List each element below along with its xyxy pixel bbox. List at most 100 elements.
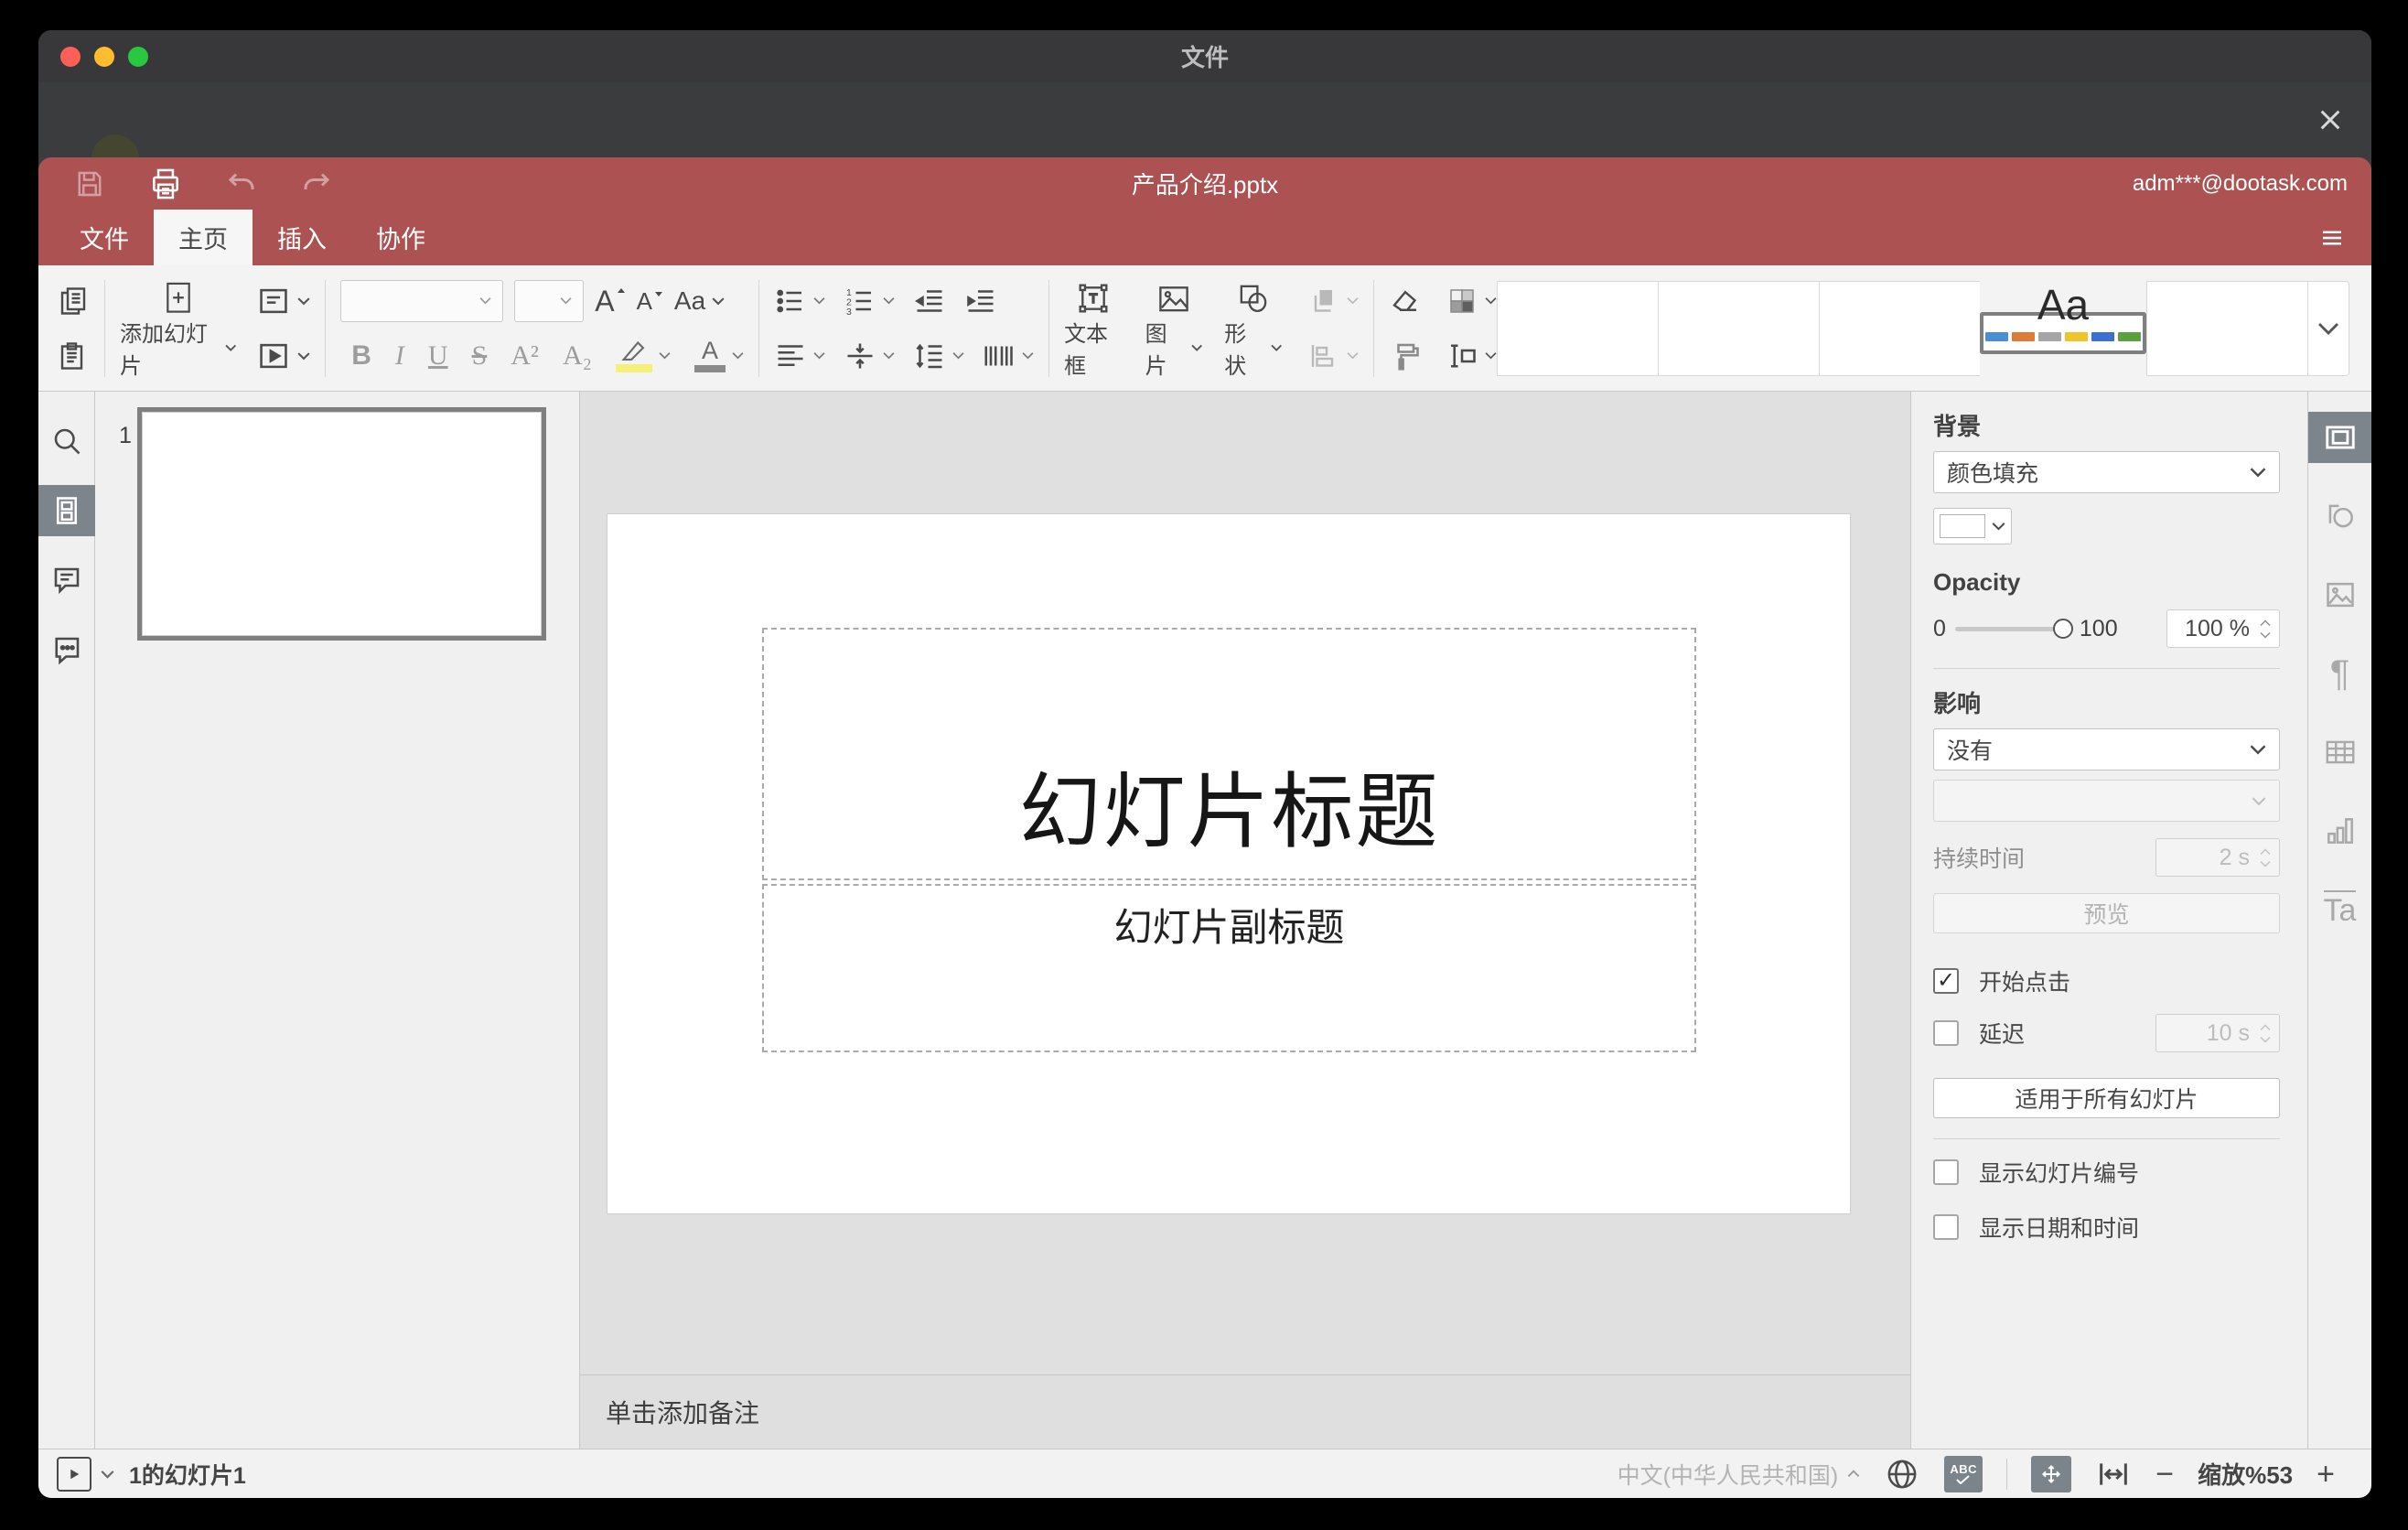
slide-title-text: 幻灯片标题 [1018, 767, 1440, 858]
line-spacing-icon[interactable] [913, 339, 964, 372]
fill-type-select[interactable]: 颜色填充 [1933, 451, 2280, 493]
textart-settings-icon[interactable]: Ta [2308, 884, 2372, 935]
textbox-label: 文本框 [1064, 321, 1109, 379]
delay-spinner[interactable]: 10 s [2155, 1014, 2280, 1052]
insert-textbox-button[interactable]: 文本框 [1064, 277, 1123, 380]
table-settings-icon[interactable] [2308, 727, 2372, 778]
comments-icon[interactable] [38, 555, 95, 606]
change-case-icon[interactable]: Aa [674, 287, 725, 314]
columns-icon[interactable] [983, 339, 1034, 372]
vertical-align-icon[interactable] [844, 339, 895, 372]
bullets-icon[interactable] [774, 285, 825, 318]
delay-checkbox[interactable] [1933, 1020, 1959, 1046]
language-selector[interactable]: 中文(中华人民共和国) [1618, 1458, 1861, 1491]
add-slide-button[interactable]: 添加幻灯片 [120, 277, 236, 380]
account-email[interactable]: adm***@dootask.com [2133, 171, 2348, 197]
image-settings-icon[interactable] [2308, 569, 2372, 620]
superscript-button[interactable]: A² [511, 340, 539, 372]
increase-indent-icon[interactable] [964, 285, 997, 318]
tab-collaboration[interactable]: 协作 [351, 210, 450, 265]
chat-icon[interactable] [38, 624, 95, 675]
paste-icon[interactable] [57, 339, 90, 372]
opacity-spinner[interactable]: 100 % [2166, 609, 2280, 648]
numbering-icon[interactable]: 1 2 3 [844, 285, 895, 318]
close-icon[interactable] [2313, 102, 2348, 137]
subscript-button[interactable]: A₂ [563, 340, 592, 372]
opacity-slider[interactable] [1954, 618, 2073, 639]
zoom-out-button[interactable]: − [2155, 1459, 2174, 1490]
show-slide-number-checkbox[interactable] [1933, 1159, 1959, 1185]
font-color-icon[interactable]: A [694, 339, 744, 372]
opacity-value: 100 % [2185, 615, 2250, 641]
increase-font-icon[interactable]: A [595, 286, 625, 316]
chart-settings-icon[interactable] [2308, 805, 2372, 857]
hamburger-menu-icon[interactable] [2317, 210, 2348, 265]
set-language-globe-icon[interactable] [1884, 1456, 1920, 1492]
theme-tile[interactable] [1497, 280, 1659, 376]
subtitle-placeholder[interactable]: 幻灯片副标题 [762, 884, 1696, 1052]
title-placeholder[interactable]: 幻灯片标题 [762, 628, 1696, 880]
slide-settings-icon[interactable] [2307, 412, 2371, 463]
change-layout-icon[interactable] [256, 284, 310, 318]
show-slide-number-row: 显示幻灯片编号 [1933, 1156, 2280, 1189]
start-on-click-checkbox[interactable]: ✓ [1933, 968, 1959, 994]
slides-panel-icon[interactable] [38, 485, 95, 536]
decrease-font-icon[interactable]: A [637, 289, 663, 313]
search-icon[interactable] [38, 415, 95, 467]
zoom-in-button[interactable]: + [2317, 1459, 2335, 1490]
theme-tile-selected[interactable]: Aa [1980, 282, 2147, 354]
strikeout-button[interactable]: S [472, 340, 488, 372]
decrease-indent-icon[interactable] [913, 285, 946, 318]
align-shape-icon[interactable] [1307, 339, 1359, 372]
font-size-combo[interactable] [514, 279, 585, 322]
duration-spinner[interactable]: 2 s [2155, 838, 2280, 877]
tab-file[interactable]: 文件 [55, 210, 154, 265]
highlight-color-icon[interactable] [616, 339, 671, 372]
spellcheck-icon[interactable]: ABC [1944, 1455, 1983, 1492]
shape-settings-icon[interactable] [2308, 490, 2372, 542]
minimize-traffic-button[interactable] [94, 46, 114, 67]
horizontal-align-icon[interactable] [774, 339, 825, 372]
notes-area[interactable]: 单击添加备注 [580, 1374, 1910, 1449]
theme-tile[interactable] [2146, 280, 2308, 376]
tab-insert[interactable]: 插入 [253, 210, 351, 265]
copy-style-icon[interactable] [1389, 339, 1422, 372]
tab-home[interactable]: 主页 [154, 210, 253, 265]
bold-button[interactable]: B [351, 340, 371, 372]
preview-button[interactable]: 预览 [1933, 893, 2280, 933]
insert-shape-button[interactable]: 形状 [1224, 277, 1282, 380]
start-slideshow-icon[interactable] [256, 339, 310, 373]
theme-tile[interactable] [1658, 280, 1820, 376]
slideshow-mode-chevron-icon[interactable] [101, 1470, 114, 1479]
theme-colors-icon[interactable] [1446, 285, 1497, 318]
slide-canvas[interactable]: 幻灯片标题 幻灯片副标题 [580, 392, 1910, 1374]
insert-image-button[interactable]: 图片 [1145, 277, 1203, 380]
effect-variant-select[interactable] [1933, 780, 2280, 822]
theme-gallery-expand-icon[interactable] [2307, 280, 2350, 376]
slide-settings-panel: 背景 颜色填充 Opacity 0 100 100 % 影响 没有 持续时间 2… [1910, 392, 2307, 1449]
italic-button[interactable]: I [395, 340, 404, 372]
apply-to-all-slides-button[interactable]: 适用于所有幻灯片 [1933, 1078, 2280, 1118]
avatar [91, 135, 139, 157]
background-heading: 背景 [1933, 413, 1982, 440]
theme-tile[interactable] [1819, 280, 1981, 376]
slide[interactable]: 幻灯片标题 幻灯片副标题 [607, 514, 1850, 1213]
fit-to-width-icon[interactable] [2095, 1456, 2132, 1492]
font-name-combo[interactable] [340, 279, 504, 322]
opacity-min-label: 0 [1933, 615, 1946, 641]
effect-select[interactable]: 没有 [1933, 728, 2280, 770]
fit-to-slide-icon[interactable] [2031, 1455, 2072, 1492]
slide-thumbnail[interactable] [137, 407, 546, 641]
show-date-time-checkbox[interactable] [1933, 1214, 1959, 1240]
slide-size-icon[interactable] [1446, 339, 1497, 372]
clear-style-icon[interactable] [1389, 285, 1422, 318]
opacity-slider-thumb[interactable] [2052, 618, 2073, 639]
start-slideshow-statusbar-icon[interactable] [57, 1456, 91, 1492]
fill-color-picker[interactable] [1933, 508, 2012, 544]
close-traffic-button[interactable] [60, 46, 81, 67]
copy-icon[interactable] [57, 285, 90, 318]
zoom-traffic-button[interactable] [128, 46, 148, 67]
arrange-shape-icon[interactable] [1307, 285, 1359, 318]
underline-button[interactable]: U [428, 340, 448, 372]
paragraph-settings-icon[interactable]: ¶ [2308, 648, 2372, 699]
